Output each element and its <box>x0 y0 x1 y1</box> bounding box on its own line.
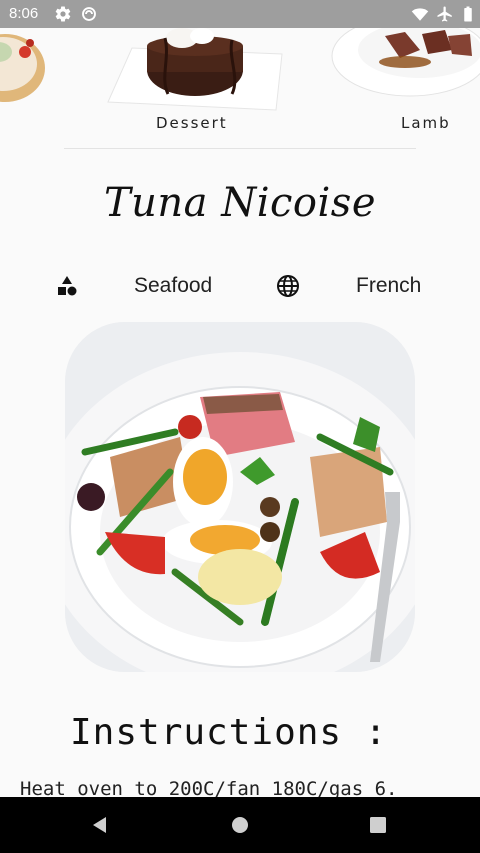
meal-title: Tuna Nicoise <box>103 180 377 226</box>
recents-icon[interactable] <box>366 813 390 837</box>
meal-meta-row: Seafood French <box>0 266 480 306</box>
sync-icon <box>82 7 96 21</box>
navigation-bar <box>0 797 480 853</box>
category-item-partial[interactable] <box>0 28 50 118</box>
category-item-dessert[interactable]: Dessert <box>100 28 290 148</box>
status-time: 8:06 <box>9 5 39 22</box>
globe-icon <box>277 275 299 297</box>
category-carousel[interactable]: Dessert Lamb <box>0 28 480 148</box>
battery-icon <box>464 6 472 22</box>
wifi-icon <box>411 8 429 21</box>
divider <box>64 148 416 149</box>
airplane-mode-icon <box>437 6 452 22</box>
category-item-lamb[interactable]: Lamb <box>330 28 480 148</box>
category-image <box>107 28 283 111</box>
meal-photo <box>65 322 415 672</box>
home-icon[interactable] <box>228 813 252 837</box>
status-bar: 8:06 <box>0 0 480 28</box>
category-label: Dessert <box>156 114 228 132</box>
back-icon[interactable] <box>88 813 112 837</box>
category-label: Lamb <box>401 114 451 132</box>
shapes-icon <box>58 276 77 296</box>
instructions-heading: Instructions : <box>70 712 388 753</box>
meal-area: French <box>356 274 422 297</box>
meal-image <box>65 322 415 672</box>
category-image <box>0 34 45 102</box>
settings-icon <box>55 6 71 22</box>
category-image <box>331 28 480 97</box>
meal-category: Seafood <box>134 274 213 297</box>
